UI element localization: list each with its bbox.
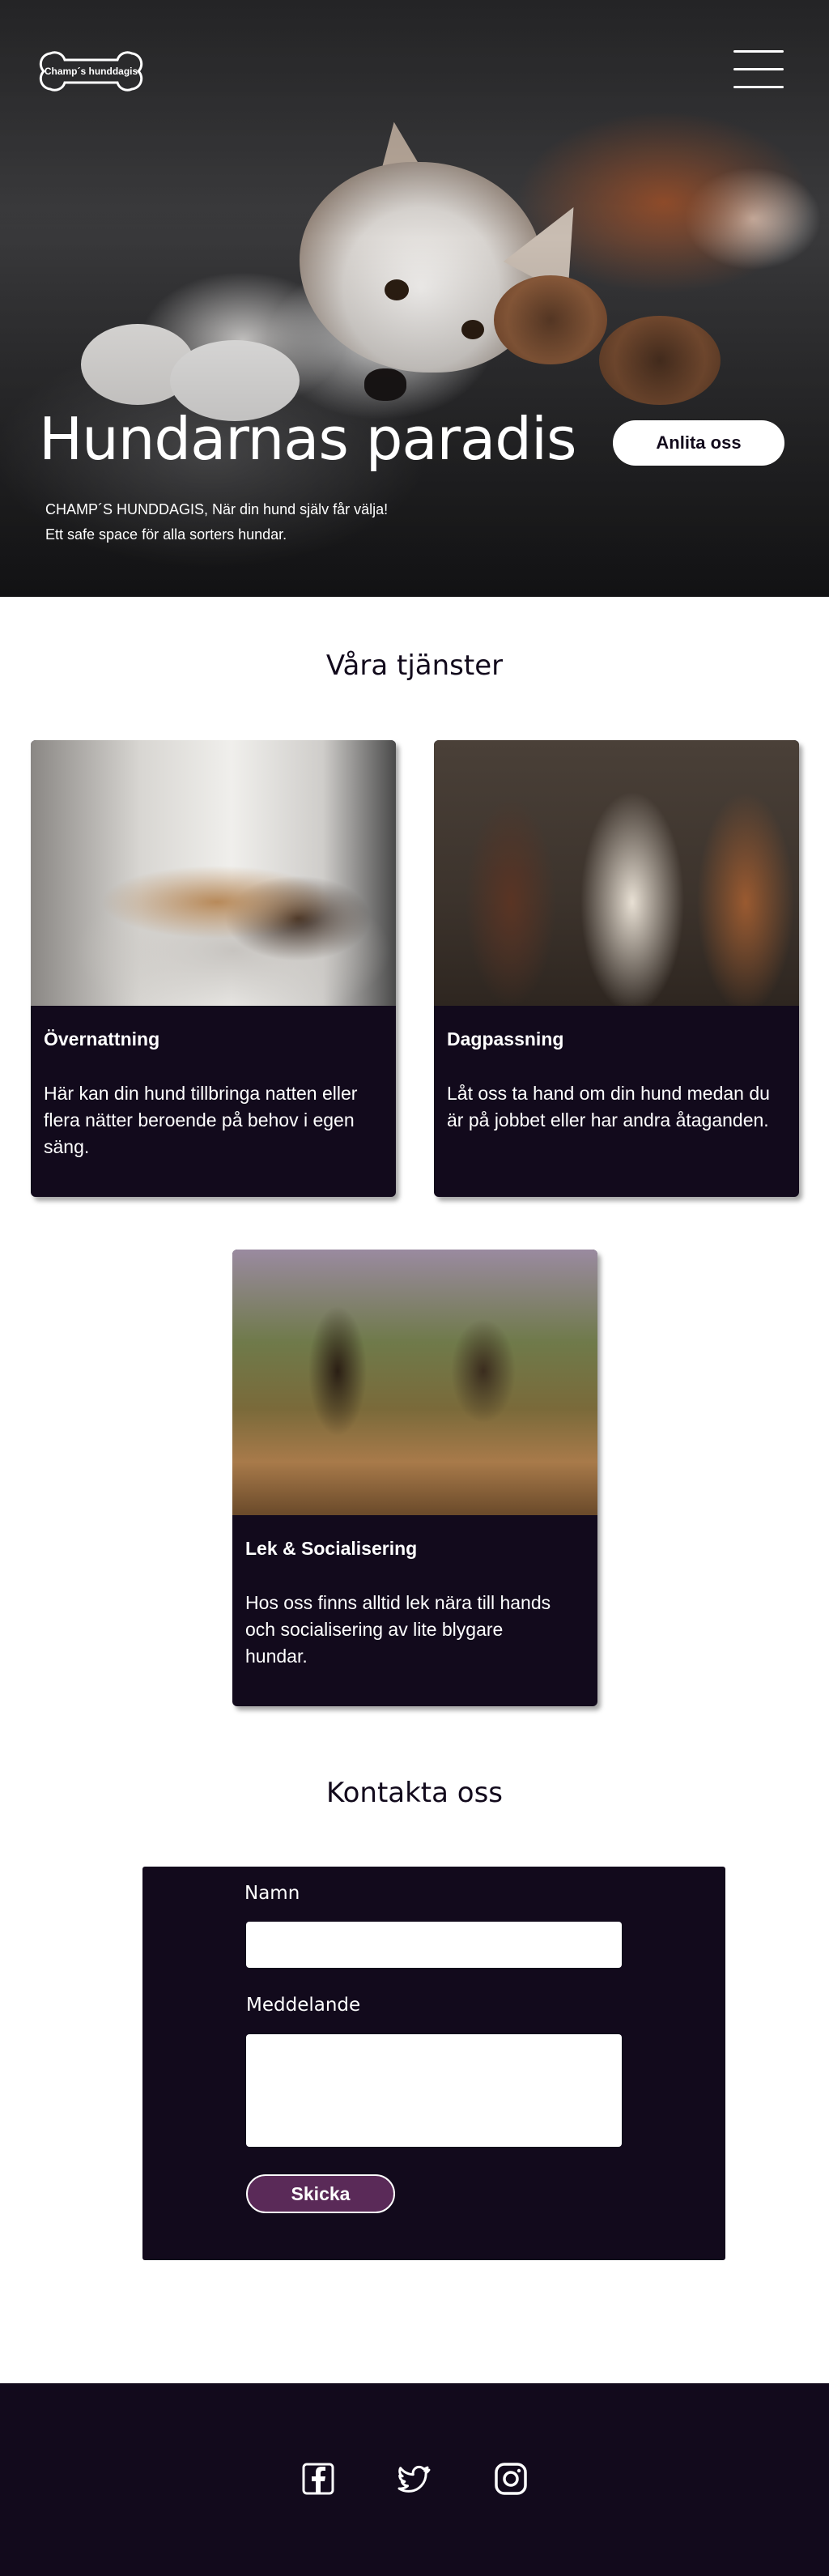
instagram-icon[interactable] [494,2462,528,2496]
hero-subtitle-line2: Ett safe space för alla sorters hundar. [45,526,287,543]
three-boxers-image [434,740,799,1006]
send-button[interactable]: Skicka [246,2174,395,2213]
message-textarea[interactable] [246,2034,622,2147]
footer [0,2383,829,2576]
playing-dogs-image [232,1250,597,1515]
contact-form: Namn Meddelande Skicka [142,1867,725,2260]
facebook-icon[interactable] [301,2462,335,2496]
hero-title: Hundarnas paradis [39,405,576,473]
services-heading: Våra tjänster [325,649,504,682]
service-card-play[interactable]: Lek & Socialisering Hos oss finns alltid… [232,1250,597,1706]
service-card-title: Övernattning [44,1028,160,1050]
name-label: Namn [244,1883,300,1904]
bone-logo-icon: Champ´s hunddagis [39,51,143,92]
hero-subtitle: CHAMP´S HUNDDAGIS, När din hund själv få… [45,497,388,547]
contact-heading: Kontakta oss [325,1777,503,1809]
service-card-description: Låt oss ta hand om din hund medan du är … [447,1083,770,1130]
hero-subtitle-line1: CHAMP´S HUNDDAGIS, När din hund själv få… [45,501,389,517]
service-card-overnight[interactable]: Övernattning Här kan din hund tillbringa… [31,740,396,1197]
page: Champ´s hunddagis Hundarnas paradis Anli… [0,0,829,2576]
message-label: Meddelande [246,1995,361,2016]
service-card-description: Hos oss finns alltid lek nära till hands… [245,1592,551,1667]
service-card-description: Här kan din hund tillbringa natten eller… [44,1083,358,1157]
service-card-daycare[interactable]: Dagpassning Låt oss ta hand om din hund … [434,740,799,1197]
hero-section: Champ´s hunddagis Hundarnas paradis Anli… [0,0,829,597]
service-card-title: Dagpassning [447,1028,564,1050]
sleeping-dog-image [31,740,396,1006]
logo-text: Champ´s hunddagis [45,66,138,77]
twitter-icon[interactable] [397,2462,431,2496]
logo[interactable]: Champ´s hunddagis [32,49,150,94]
name-input[interactable] [246,1922,622,1968]
hamburger-menu-icon[interactable] [733,50,784,89]
hire-us-button[interactable]: Anlita oss [613,420,784,466]
service-card-title: Lek & Socialisering [245,1538,418,1559]
